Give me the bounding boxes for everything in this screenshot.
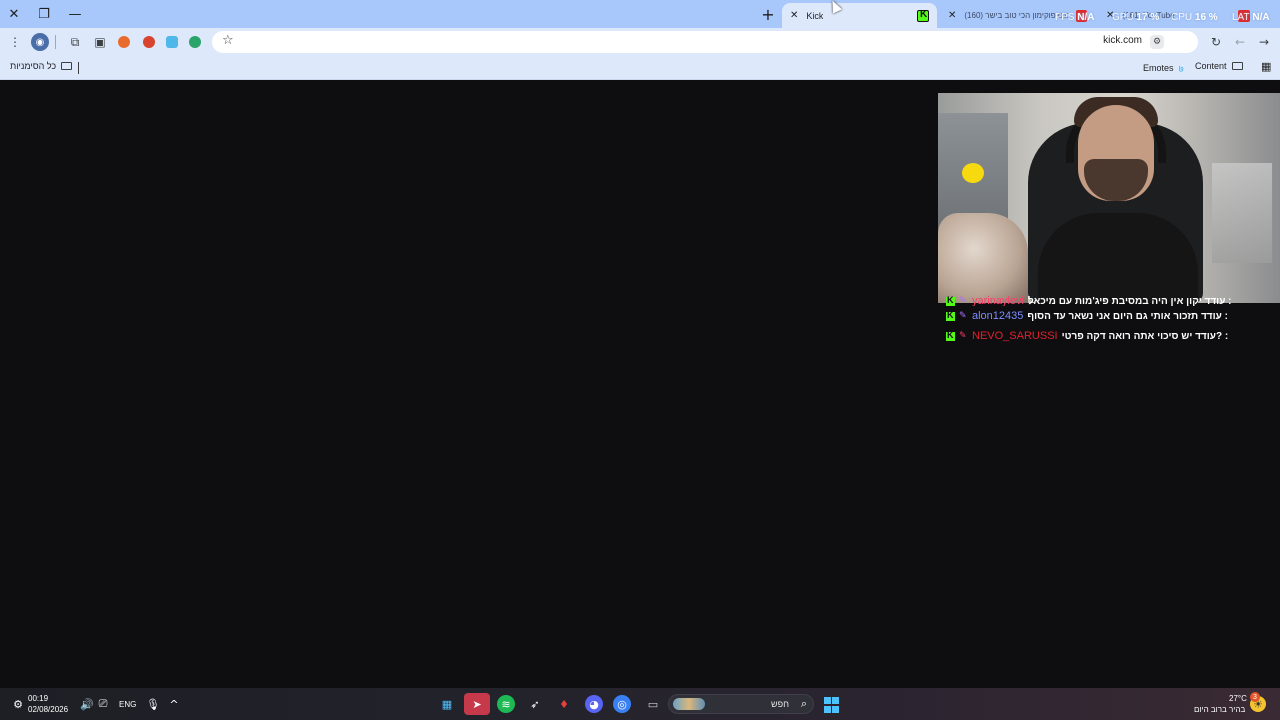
chat-message: ✎ NEVO_SARUSSI עודד יש סיכוי אתה רואה דק… xyxy=(946,326,1276,346)
folder-icon xyxy=(1231,62,1243,70)
apps-grid-icon[interactable]: ▦ xyxy=(438,695,456,713)
clock-time[interactable]: 00:19 xyxy=(28,694,48,703)
search-label: חפש xyxy=(771,699,789,709)
search-highlight-image xyxy=(673,698,705,710)
emotes-icon: ७ xyxy=(1178,64,1184,75)
chrome-icon[interactable]: ◎ xyxy=(613,695,631,713)
tab-title: Kick xyxy=(806,10,824,21)
steam-icon[interactable]: ➶ xyxy=(526,695,544,713)
chat-message: ✎ alon12435 עודד תזכור אותי גם היום אני … xyxy=(946,306,1276,326)
forward-icon[interactable]: ← xyxy=(1232,34,1248,50)
content-label: Content xyxy=(1195,61,1227,71)
start-windows-icon[interactable] xyxy=(822,696,840,714)
settings-gear-icon[interactable]: ⚙ xyxy=(10,695,26,713)
network-icon[interactable]: ⎚ xyxy=(94,695,112,713)
kick-badge-icon xyxy=(946,296,955,306)
extensions-icon[interactable]: ⧉ xyxy=(67,34,83,50)
extension-orange-icon[interactable] xyxy=(118,36,130,48)
all-bookmarks-label: כל הסימניות xyxy=(10,61,57,71)
microphone-icon[interactable]: 🎙 xyxy=(144,695,162,713)
kick-badge-icon xyxy=(946,310,955,321)
extension-blue-icon[interactable] xyxy=(166,36,178,48)
verified-badge-icon: ✎ xyxy=(959,296,967,306)
language-indicator[interactable]: ENG xyxy=(119,700,136,709)
tab-title: (160) הכנס פוקימון הכי טוב בישר xyxy=(964,11,1068,20)
tab-kick[interactable]: ✕ Kick xyxy=(782,3,937,28)
url-text: kick.com xyxy=(1103,35,1142,46)
notification-badge[interactable]: 3 xyxy=(1250,692,1260,702)
bookmark-star-icon[interactable]: ☆ xyxy=(222,33,234,48)
chat-text: עודד יקון אין היה במסיבת פיג'מות עם מיכא… xyxy=(1027,296,1232,306)
chat-text: עודד תזכור אותי גם היום אני נשאר עד הסוף… xyxy=(1027,310,1228,322)
extension-red-icon[interactable] xyxy=(143,36,155,48)
toolbar-divider xyxy=(55,35,56,49)
folder-icon xyxy=(61,62,73,70)
chat-username[interactable]: NEVO_SARUSSI xyxy=(972,330,1058,342)
site-settings-icon[interactable]: ⚙ xyxy=(1150,35,1164,49)
chat-message: ✎ yarinaylevi עודד יקון אין היה במסיבת פ… xyxy=(946,296,1276,306)
spotify-icon[interactable]: ≋ xyxy=(497,695,515,713)
telegram-icon[interactable]: ➤ xyxy=(464,693,490,715)
kick-badge-icon xyxy=(946,330,955,341)
kick-favicon-icon xyxy=(917,9,929,22)
address-bar[interactable]: ☆ kick.com ⚙ xyxy=(212,31,1198,53)
chat-username[interactable]: alon12435 xyxy=(972,310,1023,322)
close-window-button[interactable]: ✕ xyxy=(0,4,28,24)
rubber-duck xyxy=(962,163,984,183)
weather-temp[interactable]: 27°C xyxy=(1229,694,1247,703)
webcam-overlay xyxy=(938,93,1280,303)
perf-lat: LAT N/A xyxy=(1232,12,1270,23)
bookmark-emotes[interactable]: Emotes ७ xyxy=(1143,61,1184,75)
verified-badge-icon: ✎ xyxy=(959,330,967,341)
close-tab-icon[interactable]: ✕ xyxy=(790,10,798,21)
close-tab-icon[interactable]: ✕ xyxy=(948,10,956,21)
bookmark-content[interactable]: Content xyxy=(1195,61,1243,71)
chat-text: עודד יש סיכוי אתה רואה דקה פרטי? : xyxy=(1061,330,1229,342)
tab-search-icon[interactable]: ▣ xyxy=(92,34,108,50)
file-explorer-icon[interactable]: ▭ xyxy=(644,695,662,713)
profile-avatar-icon[interactable]: ◉ xyxy=(31,33,49,51)
taskbar-search[interactable]: חפש ⌕ xyxy=(668,694,814,714)
emotes-label: Emotes xyxy=(1143,63,1174,73)
clock-date[interactable]: 02/08/2026 xyxy=(28,705,68,714)
reload-icon[interactable]: ↻ xyxy=(1208,34,1224,50)
perf-gpu: GPU 17 % xyxy=(1112,12,1160,23)
chat-overlay: ✎ yarinaylevi עודד יקון אין היה במסיבת פ… xyxy=(946,296,1276,346)
bookmarks-divider xyxy=(78,62,79,74)
back-icon[interactable]: → xyxy=(1256,34,1272,50)
new-tab-button[interactable]: + xyxy=(758,4,778,24)
menu-kebab-icon[interactable]: ⋮ xyxy=(7,34,23,50)
tray-overflow-icon[interactable]: ^ xyxy=(165,695,183,713)
discord-icon[interactable]: ◕ xyxy=(585,695,603,713)
perf-fps: FPS N/A xyxy=(1055,12,1095,23)
bookmarks-bar: כל הסימניות Emotes ७ Content ▦ xyxy=(0,56,1280,80)
taskbar: ⚙ 00:19 02/08/2026 🔊 ⎚ ENG 🎙 ^ ▦ ➤ ≋ ➶ ♦… xyxy=(0,688,1280,720)
restore-window-button[interactable]: ❐ xyxy=(30,4,58,24)
search-icon: ⌕ xyxy=(800,697,807,710)
perf-cpu: CPU 16 % xyxy=(1171,12,1218,23)
minimize-window-button[interactable]: — xyxy=(61,4,89,24)
extension-green-icon[interactable] xyxy=(189,36,201,48)
chat-username[interactable]: yarinaylevi xyxy=(972,296,1024,306)
tab-strip: ✕ ❐ — + ✕ Kick ✕ (160) הכנס פוקימון הכי … xyxy=(0,0,1280,28)
weather-desc[interactable]: בהיר ברוב היום xyxy=(1194,705,1245,714)
apps-grid-icon[interactable]: ▦ xyxy=(1261,60,1271,73)
game-launcher-icon[interactable]: ♦ xyxy=(555,695,573,713)
verified-badge-icon: ✎ xyxy=(959,310,967,321)
all-bookmarks-folder[interactable]: כל הסימניות xyxy=(10,61,73,71)
